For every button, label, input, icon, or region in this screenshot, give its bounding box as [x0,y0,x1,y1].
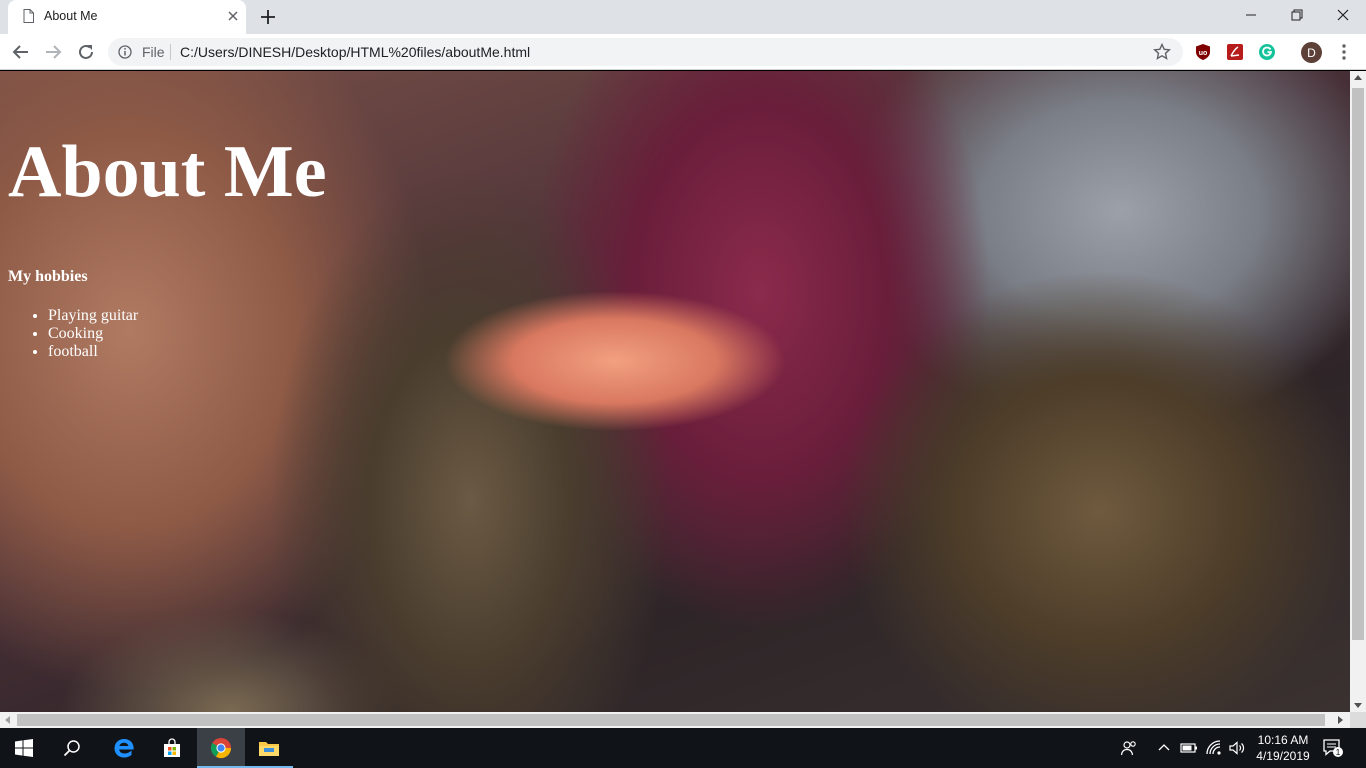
reload-button[interactable] [75,41,97,63]
list-item: Playing guitar [48,307,138,325]
arrow-right-icon [46,45,62,59]
vertical-scroll-thumb[interactable] [1352,88,1364,640]
browser-toolbar: File C:/Users/DINESH/Desktop/HTML%20file… [0,34,1366,70]
tab-strip: About Me [0,0,1366,34]
more-menu-icon[interactable] [1336,42,1352,62]
reload-icon [79,44,93,59]
folder-icon [259,742,279,756]
clock-date: 4/19/2019 [1256,749,1310,763]
search-button[interactable] [48,728,96,768]
notification-count: 1 [1336,747,1341,757]
start-button[interactable] [0,728,48,768]
arrow-left-icon [12,45,28,59]
close-icon [1337,9,1349,21]
horizontal-scroll-thumb[interactable] [17,714,1325,726]
scroll-down-arrow-icon[interactable] [1354,703,1362,708]
minimize-button[interactable] [1228,0,1274,30]
profile-avatar[interactable]: D [1301,42,1322,63]
forward-button[interactable] [42,41,64,63]
address-bar[interactable]: File C:/Users/DINESH/Desktop/HTML%20file… [108,38,1183,66]
scroll-up-arrow-icon[interactable] [1354,75,1362,80]
info-icon[interactable] [118,45,132,59]
taskbar-store[interactable] [148,728,196,768]
browser-tab[interactable]: About Me [8,0,246,34]
action-center-button[interactable]: 1 [1322,738,1344,758]
close-tab-icon[interactable] [225,8,241,24]
people-icon[interactable] [1120,739,1138,757]
scheme-label: File [142,44,165,60]
taskbar: 10:16 AM 4/19/2019 1 [0,728,1366,768]
svg-text:uo: uo [1199,50,1208,57]
list-item: Cooking [48,325,138,343]
pdf-extension-icon[interactable] [1226,43,1244,61]
chrome-icon [210,738,232,759]
taskbar-file-explorer[interactable] [245,728,293,768]
page-viewport: About Me My hobbies Playing guitar Cooki… [0,71,1350,712]
wifi-icon[interactable] [1205,739,1223,757]
horizontal-scrollbar[interactable] [0,712,1350,728]
back-button[interactable] [10,41,32,63]
chevron-up-icon[interactable] [1155,739,1173,757]
url-text[interactable]: C:/Users/DINESH/Desktop/HTML%20files/abo… [180,44,530,60]
taskbar-edge[interactable] [100,728,148,768]
new-tab-icon[interactable] [259,8,277,26]
minimize-icon [1246,14,1256,16]
battery-icon[interactable] [1180,739,1198,757]
restore-icon [1291,9,1303,21]
hobbies-heading: My hobbies [8,268,88,285]
notification-icon: 1 [1323,739,1343,757]
scroll-right-arrow-icon[interactable] [1338,716,1343,724]
list-item: football [48,343,138,361]
edge-icon [114,739,134,758]
bookmark-star-icon[interactable] [1153,43,1171,61]
document-icon [23,9,34,23]
windows-logo-icon [15,739,33,757]
search-icon [63,740,80,757]
hobby-list: Playing guitar Cooking football [48,307,138,361]
address-separator [170,44,171,60]
restore-button[interactable] [1274,0,1320,30]
tab-title: About Me [44,9,98,23]
ublock-shield-icon[interactable]: uo [1194,43,1212,61]
clock-time: 10:16 AM [1257,733,1309,747]
taskbar-chrome[interactable] [197,728,245,768]
vertical-scrollbar[interactable] [1350,71,1366,712]
page-title: About Me [8,131,327,213]
grammarly-icon[interactable] [1258,43,1276,61]
scroll-left-arrow-icon[interactable] [5,716,10,724]
scrollbar-corner [1350,712,1366,728]
volume-icon[interactable] [1228,739,1246,757]
store-bag-icon [164,738,180,757]
system-clock[interactable]: 10:16 AM 4/19/2019 [1253,732,1313,764]
close-window-button[interactable] [1320,0,1366,30]
